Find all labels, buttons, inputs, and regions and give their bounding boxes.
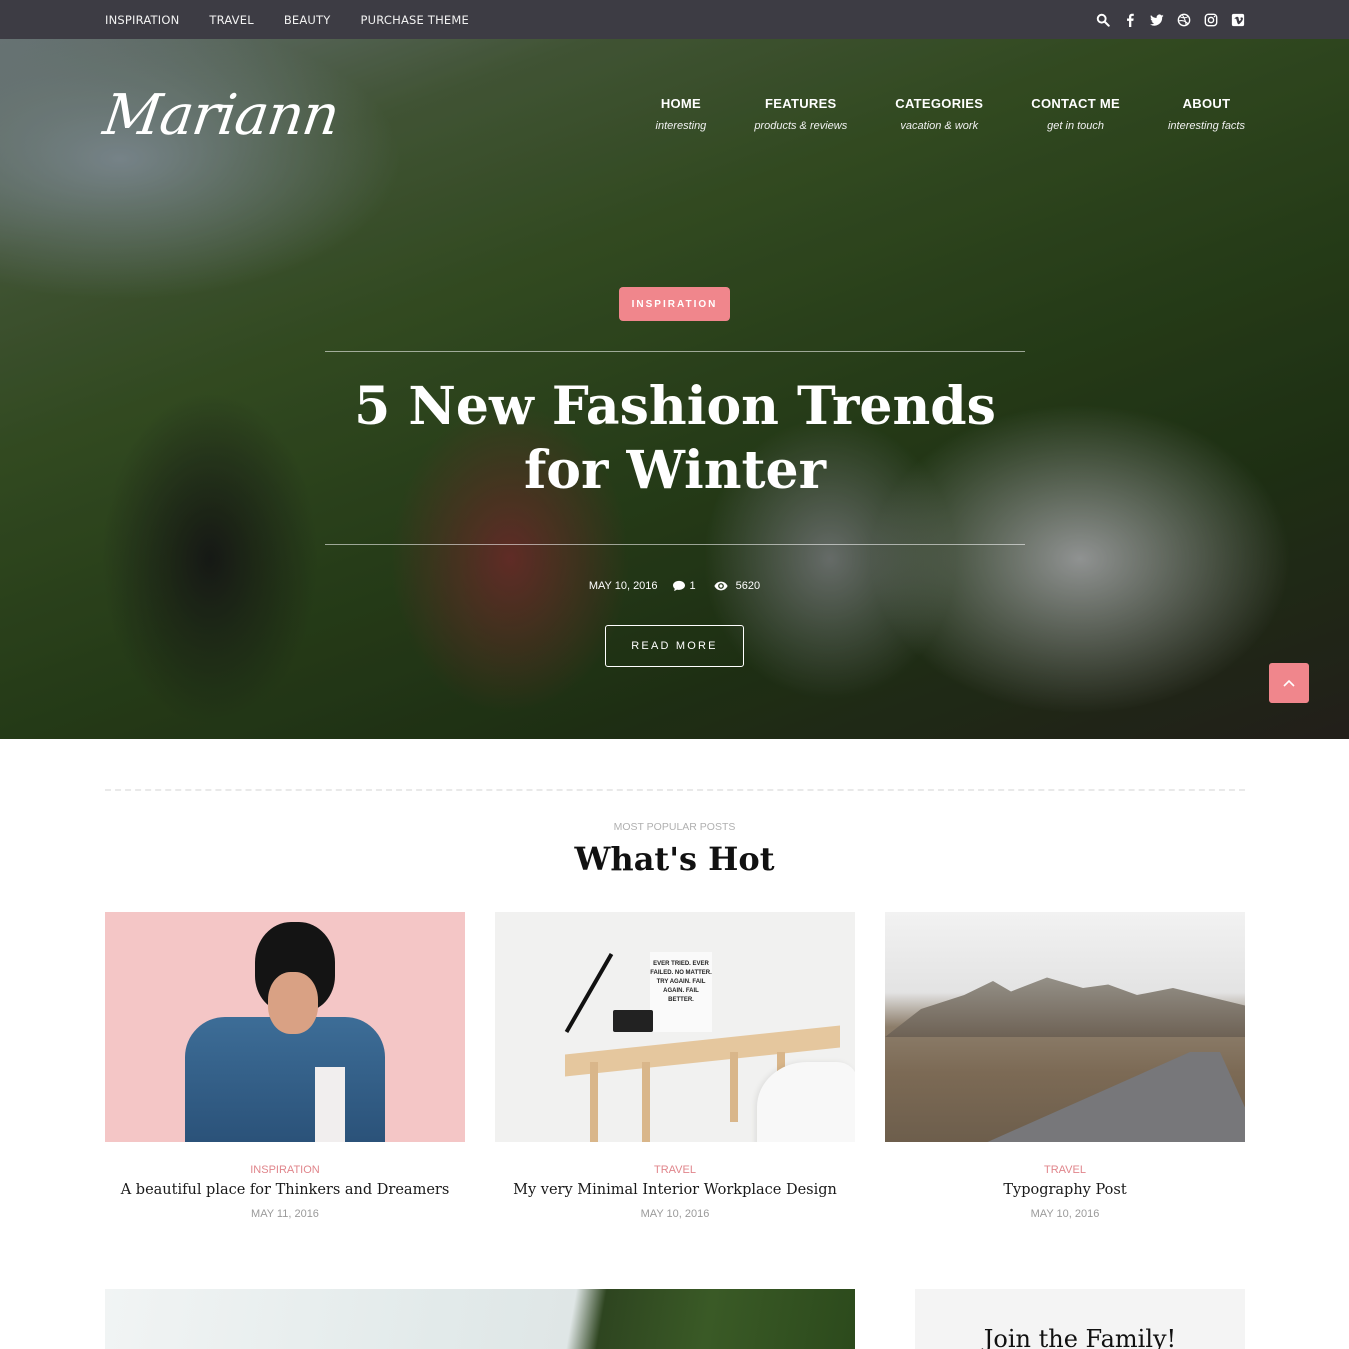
- top-link-inspiration[interactable]: INSPIRATION: [105, 13, 179, 27]
- post-image-mountain-road[interactable]: [885, 912, 1245, 1142]
- nav-item-subtitle: products & reviews: [754, 120, 848, 132]
- nav-item-subtitle: get in touch: [1047, 120, 1105, 132]
- scroll-to-top-button[interactable]: [1269, 663, 1309, 703]
- hero-title[interactable]: 5 New Fashion Trends for Winter: [325, 375, 1025, 503]
- featured-post-image[interactable]: [105, 1289, 855, 1349]
- newsletter-widget: Join the Family!: [915, 1289, 1245, 1349]
- top-bar: INSPIRATION TRAVEL BEAUTY PURCHASE THEME: [0, 0, 1349, 39]
- post-title[interactable]: A beautiful place for Thinkers and Dream…: [105, 1182, 465, 1198]
- nav-item-title: ABOUT: [1182, 96, 1231, 111]
- search-icon[interactable]: [1096, 13, 1110, 27]
- top-link-travel[interactable]: TRAVEL: [209, 13, 253, 27]
- post-card: TRAVEL Typography Post MAY 10, 2016: [885, 912, 1245, 1220]
- hero-divider-bottom: [325, 544, 1025, 545]
- dribbble-icon[interactable]: [1177, 13, 1191, 27]
- hero-divider-top: [325, 351, 1025, 352]
- post-date: MAY 10, 2016: [640, 1208, 710, 1220]
- post-date: MAY 11, 2016: [251, 1208, 319, 1220]
- nav-item-contact-me[interactable]: CONTACT ME get in touch: [1031, 96, 1120, 132]
- view-count: 5620: [735, 580, 761, 592]
- post-card: INSPIRATION A beautiful place for Thinke…: [105, 912, 465, 1220]
- nav-item-title: CONTACT ME: [1031, 96, 1120, 111]
- read-more-button[interactable]: READ MORE: [605, 625, 744, 667]
- eye-icon: [714, 580, 728, 592]
- post-category[interactable]: TRAVEL: [885, 1164, 1245, 1176]
- nav-item-features[interactable]: FEATURES products & reviews: [754, 96, 847, 132]
- top-link-beauty[interactable]: BEAUTY: [284, 13, 331, 27]
- hero-date: MAY 10, 2016: [588, 580, 658, 592]
- hero-category-badge[interactable]: INSPIRATION: [619, 287, 730, 321]
- site-logo[interactable]: Mariann: [99, 83, 342, 148]
- nav-item-title: FEATURES: [765, 96, 837, 111]
- nav-item-subtitle: vacation & work: [900, 120, 979, 132]
- post-date: MAY 10, 2016: [1030, 1208, 1100, 1220]
- section-eyebrow: MOST POPULAR POSTS: [613, 821, 736, 833]
- nav-item-title: HOME: [660, 96, 702, 111]
- post-image-woman-denim-jacket[interactable]: [105, 912, 465, 1142]
- comment-count[interactable]: 1: [690, 580, 696, 592]
- top-links: INSPIRATION TRAVEL BEAUTY PURCHASE THEME: [105, 0, 499, 39]
- hero-meta: MAY 10, 2016 1 5620: [0, 580, 1349, 592]
- post-title[interactable]: Typography Post: [885, 1182, 1245, 1198]
- twitter-icon[interactable]: [1150, 13, 1164, 27]
- instagram-icon[interactable]: [1204, 13, 1218, 27]
- facebook-icon[interactable]: [1123, 13, 1137, 27]
- post-image-minimal-desk[interactable]: EVER TRIED. EVER FAILED. NO MATTER. TRY …: [495, 912, 855, 1142]
- nav-item-subtitle: interesting: [655, 120, 707, 132]
- nav-item-title: CATEGORIES: [895, 96, 984, 111]
- post-card: EVER TRIED. EVER FAILED. NO MATTER. TRY …: [495, 912, 855, 1220]
- nav-item-subtitle: interesting facts: [1167, 120, 1245, 132]
- post-category[interactable]: INSPIRATION: [105, 1164, 465, 1176]
- nav-item-about[interactable]: ABOUT interesting facts: [1168, 96, 1245, 132]
- vimeo-icon[interactable]: [1231, 13, 1245, 27]
- section-title: What's Hot: [574, 840, 775, 878]
- nav-item-categories[interactable]: CATEGORIES vacation & work: [895, 96, 983, 132]
- nav-item-home[interactable]: HOME interesting: [656, 96, 707, 132]
- newsletter-title: Join the Family!: [983, 1325, 1177, 1349]
- hero-banner: Mariann HOME interesting FEATURES produc…: [0, 39, 1349, 739]
- main-nav: HOME interesting FEATURES products & rev…: [608, 96, 1245, 132]
- social-icons: [1096, 0, 1245, 39]
- post-category[interactable]: TRAVEL: [495, 1164, 855, 1176]
- section-divider: [105, 789, 1245, 791]
- popular-posts: INSPIRATION A beautiful place for Thinke…: [105, 912, 1245, 1220]
- comment-icon: [672, 580, 686, 592]
- post-title[interactable]: My very Minimal Interior Workplace Desig…: [495, 1182, 855, 1198]
- chevron-up-icon: [1283, 679, 1295, 687]
- desk-poster-text: EVER TRIED. EVER FAILED. NO MATTER. TRY …: [650, 952, 712, 1032]
- top-link-purchase-theme[interactable]: PURCHASE THEME: [361, 13, 469, 27]
